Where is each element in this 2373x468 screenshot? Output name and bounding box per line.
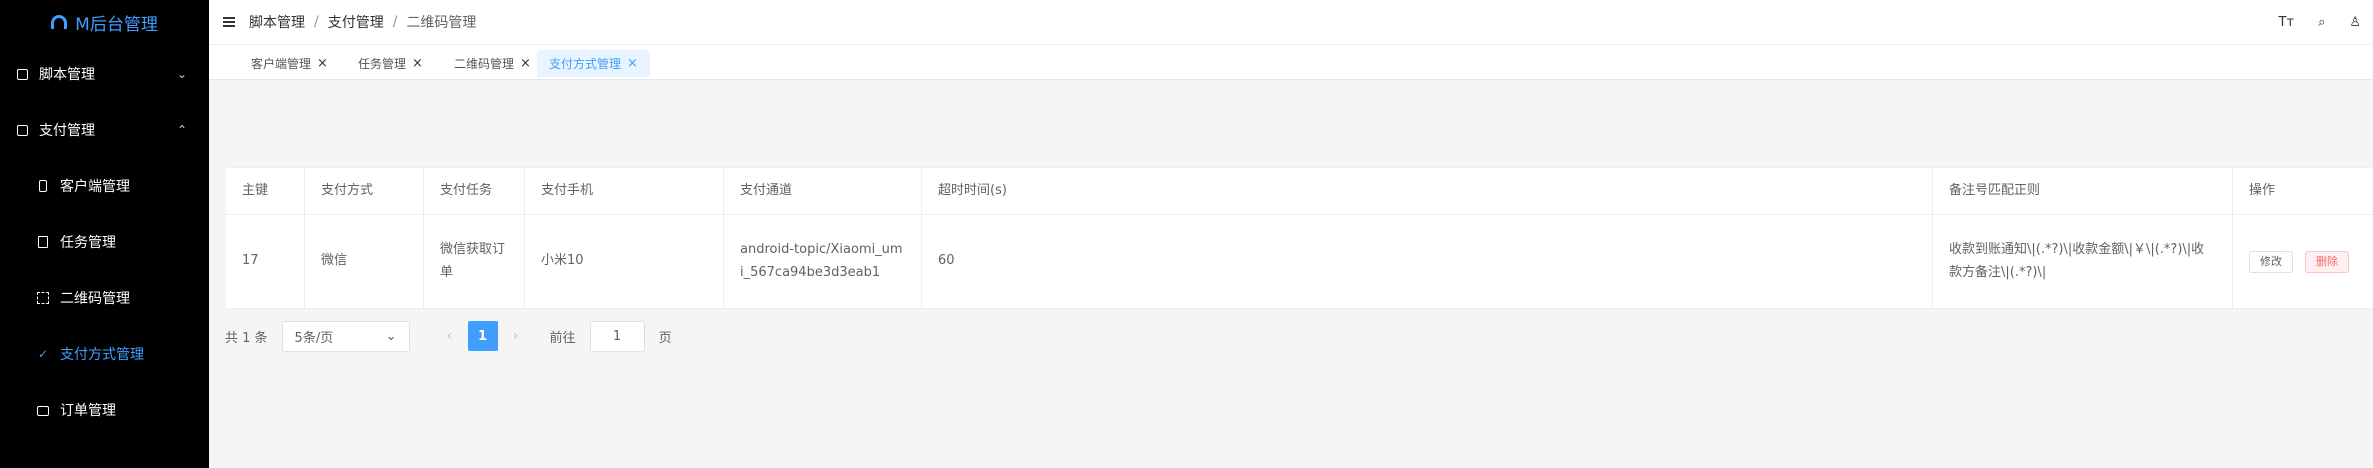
goto-label: 前往	[549, 330, 576, 346]
breadcrumb-item-current: 二维码管理	[406, 15, 477, 31]
close-icon[interactable]: ×	[627, 56, 638, 71]
breadcrumb-separator: /	[392, 14, 398, 30]
delete-button[interactable]: 删除	[2305, 250, 2349, 273]
goto-page-input[interactable]: 1	[589, 320, 645, 352]
page-suffix-label: 页	[658, 330, 672, 346]
breadcrumb-separator: /	[314, 14, 319, 30]
pagination-total: 共 1 条	[225, 330, 268, 346]
sidebar: M后台管理 脚本管理 ⌄ 支付管理 ⌃ 客户端管理 任务管理 二维码管理 ✓ 支…	[0, 0, 209, 468]
column-header: 主键	[226, 168, 305, 214]
column-header: 超时时间(s)	[922, 168, 1933, 214]
sidebar-item-payment[interactable]: 支付管理 ⌃	[0, 102, 209, 158]
theme-icon[interactable]: ♙	[2349, 15, 2361, 30]
tab-payment-method[interactable]: 支付方式管理 ×	[537, 50, 650, 77]
sidebar-item-order[interactable]: 订单管理	[0, 382, 209, 438]
column-header: 支付通道	[724, 168, 922, 214]
tab-label: 客户端管理	[251, 57, 312, 71]
bag-icon	[36, 403, 50, 417]
column-header: 支付手机	[525, 168, 724, 214]
sidebar-item-label: 客户端管理	[60, 179, 130, 195]
column-header: 支付方式	[305, 168, 424, 214]
phone-icon	[36, 179, 50, 193]
tab-task[interactable]: 任务管理 ×	[346, 50, 435, 77]
top-header: 脚本管理 / 支付管理 / 二维码管理 Tт ⌕ ♙	[209, 0, 2373, 44]
tab-label: 任务管理	[358, 57, 407, 71]
box-icon	[15, 67, 29, 81]
cell-phone: 小米10	[525, 215, 724, 308]
chevron-down-icon: ⌄	[176, 67, 187, 81]
cell-channel-text: android-topic/Xiaomi_umi_567ca94be3d3eab…	[740, 241, 903, 280]
app-logo[interactable]: M后台管理	[0, 0, 209, 44]
sidebar-item-task[interactable]: 任务管理	[0, 214, 209, 270]
table-header-row: 主键 支付方式 支付任务 支付手机 支付通道 超时时间(s) 备注号匹配正则 操…	[226, 168, 2373, 215]
close-icon[interactable]: ×	[520, 56, 531, 71]
menu-toggle-icon[interactable]	[223, 17, 235, 27]
prev-page-button[interactable]: ‹	[436, 328, 464, 344]
scan-icon	[36, 291, 50, 305]
sidebar-item-label: 订单管理	[60, 403, 116, 419]
tab-bar: 客户端管理 × 任务管理 × 二维码管理 × 支付方式管理 ×	[209, 44, 2373, 80]
app-title: M后台管理	[75, 14, 158, 35]
edit-button[interactable]: 修改	[2249, 250, 2293, 273]
sidebar-item-label: 支付方式管理	[60, 347, 144, 363]
chevron-down-icon: ⌄	[385, 328, 397, 344]
next-page-button[interactable]: ›	[502, 328, 530, 344]
table-row: 17 微信 微信获取订单 小米10 android-topic/Xiaomi_u…	[226, 215, 2373, 309]
page-number-current[interactable]: 1	[467, 321, 498, 351]
payment-method-table: 主键 支付方式 支付任务 支付手机 支付通道 超时时间(s) 备注号匹配正则 操…	[226, 167, 2373, 309]
breadcrumb-item[interactable]: 脚本管理	[249, 12, 305, 32]
close-icon[interactable]: ×	[317, 56, 328, 71]
tab-label: 支付方式管理	[549, 57, 622, 71]
logo-icon	[51, 15, 68, 29]
tab-qrcode[interactable]: 二维码管理 ×	[442, 50, 543, 77]
cell-method: 微信	[305, 215, 424, 308]
check-icon: ✓	[37, 347, 49, 361]
column-header: 支付任务	[424, 168, 525, 214]
sidebar-item-label: 脚本管理	[39, 67, 95, 83]
sidebar-item-qrcode[interactable]: 二维码管理	[0, 270, 209, 326]
page-size-value: 5条/页	[294, 330, 334, 346]
breadcrumb: 脚本管理 / 支付管理 / 二维码管理	[249, 12, 476, 32]
cell-timeout: 60	[922, 215, 1933, 308]
wallet-icon	[15, 123, 29, 137]
tab-label: 二维码管理	[454, 57, 515, 71]
column-header: 备注号匹配正则	[1933, 168, 2233, 214]
sidebar-item-label: 任务管理	[60, 235, 116, 251]
cell-actions: 修改 删除	[2233, 215, 2373, 308]
font-size-icon[interactable]: Tт	[2279, 15, 2295, 30]
sidebar-item-payment-method[interactable]: ✓ 支付方式管理	[0, 326, 209, 382]
cell-channel: android-topic/Xiaomi_umi_567ca94be3d3eab…	[724, 215, 922, 308]
tab-client[interactable]: 客户端管理 ×	[239, 50, 340, 77]
column-header: 操作	[2249, 182, 2276, 198]
sidebar-item-script[interactable]: 脚本管理 ⌄	[0, 46, 209, 102]
page-size-select[interactable]: 5条/页 ⌄	[281, 320, 410, 352]
cell-task-text: 微信获取订单	[440, 241, 506, 280]
sidebar-item-label: 支付管理	[39, 123, 95, 139]
document-icon	[36, 235, 50, 249]
chevron-up-icon: ⌃	[176, 123, 187, 137]
close-icon[interactable]: ×	[412, 56, 423, 71]
cell-regex: 收款到账通知\|(.*?)\|收款金额\|￥\|(.*?)\|收款方备注\|(.…	[1933, 215, 2233, 308]
sidebar-item-client[interactable]: 客户端管理	[0, 158, 209, 214]
search-icon[interactable]: ⌕	[2318, 15, 2325, 30]
cell-id: 17	[226, 215, 305, 308]
cell-task: 微信获取订单	[424, 215, 525, 308]
sidebar-item-label: 二维码管理	[60, 291, 130, 307]
pagination: 共 1 条 5条/页 ⌄ ‹ 1 › 前往 1 页	[225, 320, 672, 352]
header-tools: Tт ⌕ ♙	[2279, 0, 2361, 44]
cell-regex-text: 收款到账通知\|(.*?)\|收款金额\|￥\|(.*?)\|收款方备注\|(.…	[1949, 241, 2205, 280]
breadcrumb-item[interactable]: 支付管理	[328, 12, 384, 32]
